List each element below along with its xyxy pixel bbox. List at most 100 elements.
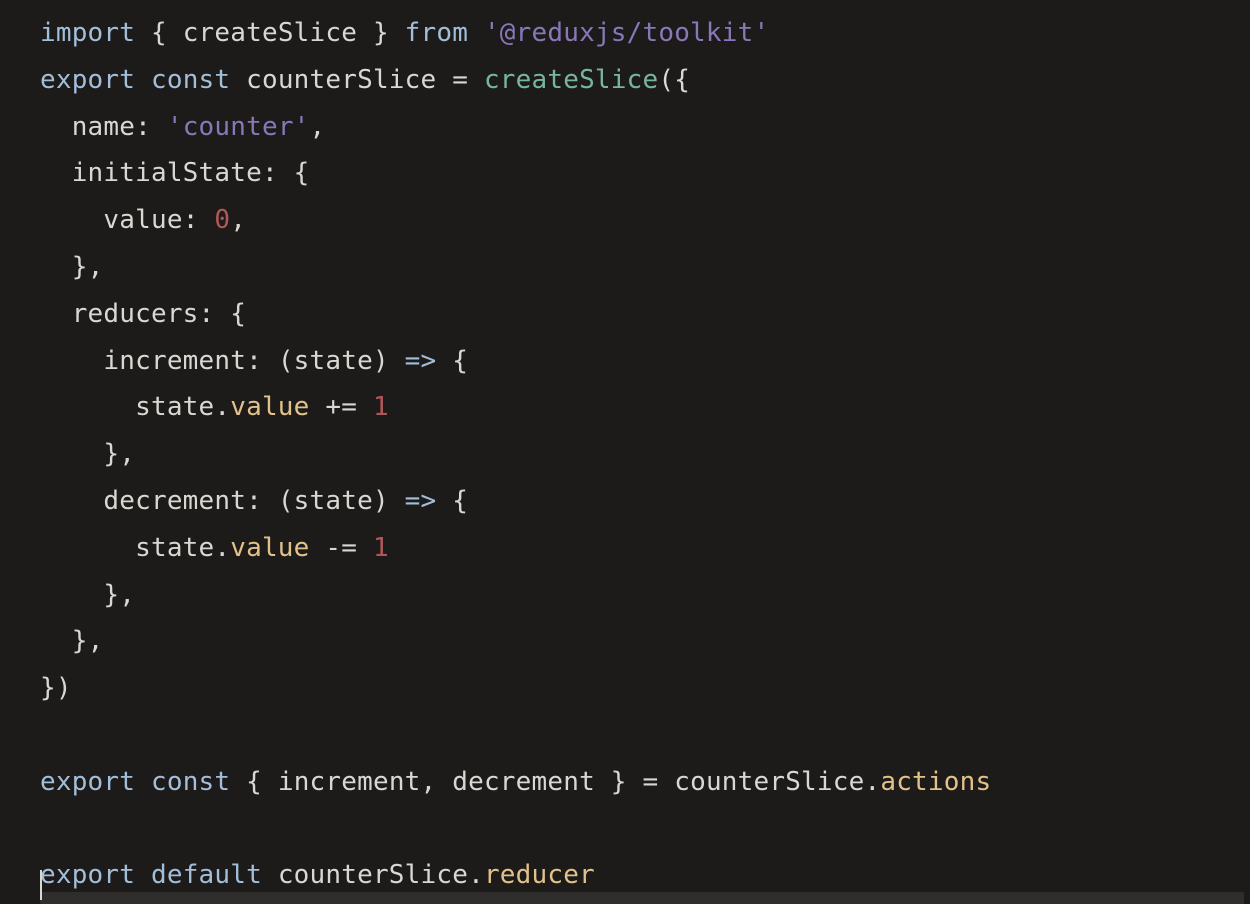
code-token — [658, 767, 674, 797]
code-token: { — [230, 299, 246, 329]
code-token — [310, 533, 326, 563]
code-token: { — [452, 486, 468, 516]
code-token: export — [40, 860, 135, 890]
code-token — [167, 18, 183, 48]
code-token: from — [405, 18, 468, 48]
code-token: => — [405, 346, 437, 376]
code-token: = — [452, 65, 468, 95]
code-token: } — [40, 252, 88, 282]
code-token: ) — [373, 346, 389, 376]
code-token: . — [214, 392, 230, 422]
code-token — [357, 392, 373, 422]
code-token — [357, 533, 373, 563]
code-token: reducer — [484, 860, 595, 890]
code-token — [135, 18, 151, 48]
code-token: } — [40, 673, 56, 703]
code-token: value — [40, 205, 183, 235]
code-token: -= — [325, 533, 357, 563]
code-token — [214, 299, 230, 329]
code-token: const — [151, 767, 230, 797]
code-token: . — [468, 860, 484, 890]
code-token — [357, 18, 373, 48]
code-token: , — [421, 767, 437, 797]
code-token: reducers — [40, 299, 199, 329]
code-token — [468, 18, 484, 48]
code-token: , — [88, 626, 104, 656]
code-token: { — [674, 65, 690, 95]
code-token: { — [294, 158, 310, 188]
code-token: increment — [278, 767, 421, 797]
code-token: increment — [40, 346, 246, 376]
code-token: : — [135, 112, 151, 142]
code-token — [595, 767, 611, 797]
code-token: { — [246, 767, 262, 797]
code-token: , — [88, 252, 104, 282]
code-token: import — [40, 18, 135, 48]
code-token: : — [262, 158, 278, 188]
code-token — [436, 346, 452, 376]
code-editor-content[interactable]: import { createSlice } from '@reduxjs/to… — [0, 0, 1250, 899]
code-token — [436, 486, 452, 516]
code-token — [135, 65, 151, 95]
code-token: => — [405, 486, 437, 516]
code-token: value — [230, 533, 309, 563]
code-token: '@reduxjs/toolkit' — [484, 18, 769, 48]
code-token: } — [373, 18, 389, 48]
code-token: += — [325, 392, 357, 422]
code-token: ) — [373, 486, 389, 516]
code-token — [310, 392, 326, 422]
code-token — [278, 158, 294, 188]
code-token — [436, 65, 452, 95]
code-token — [468, 65, 484, 95]
code-token: : — [199, 299, 215, 329]
code-token: : — [246, 346, 262, 376]
code-token: state — [40, 533, 214, 563]
text-cursor — [40, 870, 42, 900]
code-token: } — [40, 626, 88, 656]
code-token: } — [40, 439, 119, 469]
code-token: name — [40, 112, 135, 142]
code-token: initialState — [40, 158, 262, 188]
code-token — [262, 486, 278, 516]
code-token: state — [40, 392, 214, 422]
code-token — [199, 205, 215, 235]
code-token: counterSlice — [278, 860, 468, 890]
code-token: , — [119, 439, 135, 469]
code-token — [262, 767, 278, 797]
code-token — [389, 18, 405, 48]
code-token: ( — [658, 65, 674, 95]
code-token: } — [611, 767, 627, 797]
code-token: default — [151, 860, 262, 890]
code-token — [627, 767, 643, 797]
code-token: . — [214, 533, 230, 563]
code-token: = — [643, 767, 659, 797]
code-token: 'counter' — [167, 112, 310, 142]
code-token: 0 — [214, 205, 230, 235]
code-token: value — [230, 392, 309, 422]
code-token: decrement — [452, 767, 595, 797]
code-token — [135, 860, 151, 890]
code-token — [436, 767, 452, 797]
code-token — [262, 860, 278, 890]
code-token: counterSlice — [246, 65, 436, 95]
horizontal-scrollbar[interactable] — [40, 892, 1244, 904]
code-token — [389, 346, 405, 376]
code-token: export — [40, 767, 135, 797]
code-token: export — [40, 65, 135, 95]
code-token: : — [246, 486, 262, 516]
code-token: 1 — [373, 533, 389, 563]
code-token: { — [452, 346, 468, 376]
code-token: { — [151, 18, 167, 48]
code-token — [135, 767, 151, 797]
code-token — [230, 767, 246, 797]
code-token: actions — [880, 767, 991, 797]
code-token: : — [183, 205, 199, 235]
code-token: . — [864, 767, 880, 797]
code-token — [389, 486, 405, 516]
code-token: 1 — [373, 392, 389, 422]
code-token: const — [151, 65, 230, 95]
code-token — [151, 112, 167, 142]
code-token: , — [310, 112, 326, 142]
code-token: ( — [278, 486, 294, 516]
code-token: ( — [278, 346, 294, 376]
